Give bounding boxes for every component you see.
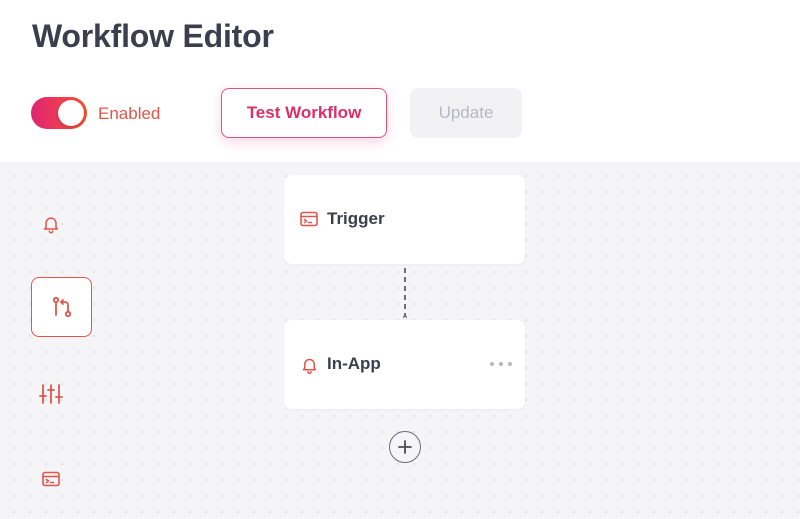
sidebar-item-notifications[interactable] — [36, 209, 66, 239]
terminal-window-icon — [300, 211, 318, 227]
workflow-header: Workflow Editor Enabled Test Workflow Up… — [0, 0, 800, 162]
bell-icon — [44, 217, 58, 234]
plus-icon — [398, 440, 412, 454]
trigger-node[interactable]: Trigger — [284, 175, 525, 264]
sidebar-item-branches[interactable] — [31, 277, 92, 337]
sliders-icon — [39, 384, 63, 404]
sidebar-item-terminal[interactable] — [37, 465, 65, 493]
node-connector — [403, 268, 407, 323]
test-workflow-button[interactable]: Test Workflow — [221, 88, 387, 138]
update-button[interactable]: Update — [410, 88, 522, 138]
in-app-node-label: In-App — [327, 354, 381, 373]
toggle-knob — [58, 100, 84, 126]
bell-icon — [302, 358, 317, 374]
enabled-toggle[interactable] — [31, 97, 87, 129]
toggle-label: Enabled — [98, 104, 161, 123]
branch-icon — [52, 296, 71, 318]
page-title: Workflow Editor — [32, 18, 274, 54]
in-app-node[interactable]: In-App — [284, 320, 525, 409]
more-options-icon[interactable] — [489, 354, 513, 374]
trigger-node-label: Trigger — [327, 209, 385, 228]
add-step-button[interactable] — [389, 431, 421, 463]
sidebar-item-settings[interactable] — [36, 379, 66, 409]
terminal-window-icon — [42, 471, 60, 487]
